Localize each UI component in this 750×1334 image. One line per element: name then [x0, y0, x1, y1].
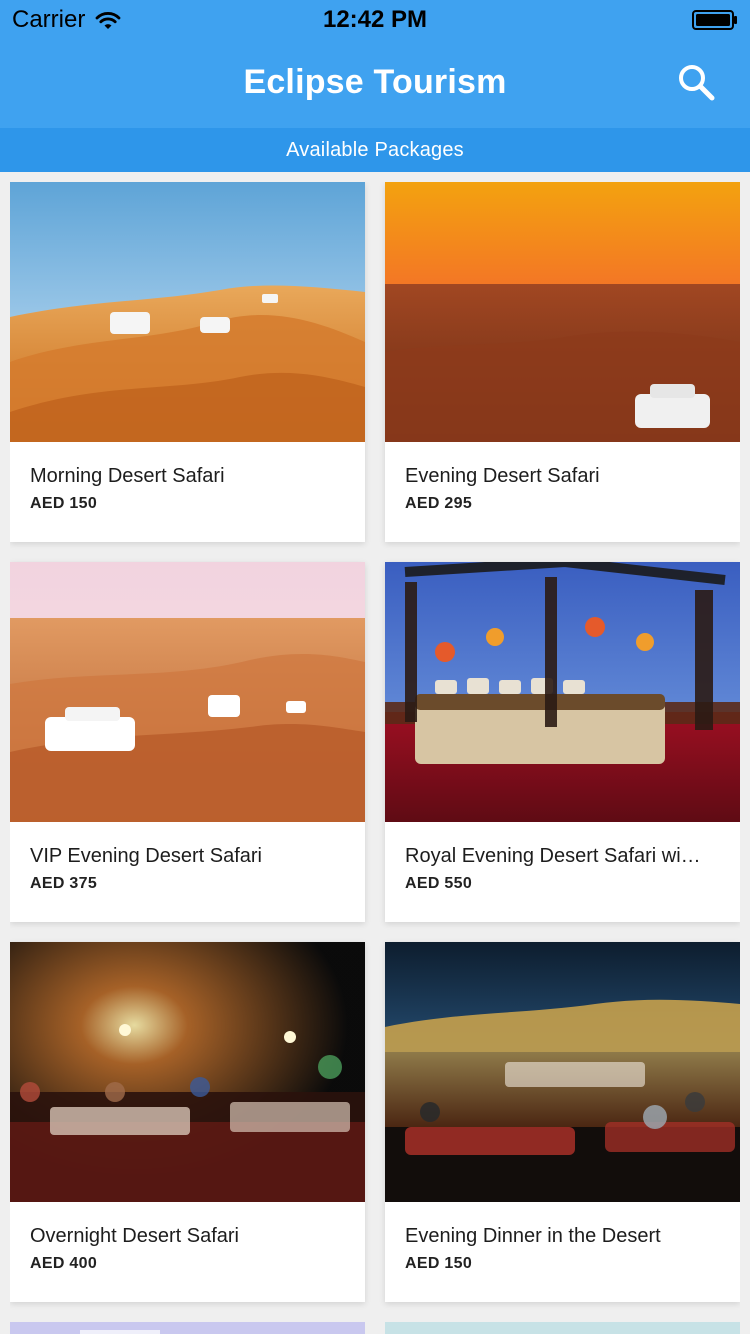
package-card[interactable]: Royal Evening Desert Safari wi… AED 550 [385, 562, 740, 922]
package-price: AED 150 [30, 495, 98, 512]
package-image [385, 182, 740, 442]
dinner-desert-image [385, 942, 740, 1202]
desert-sunset-image [385, 182, 740, 442]
package-card-body: Evening Desert Safari AED 295 [385, 462, 740, 514]
package-card-body: Morning Desert Safari AED 150 [10, 462, 365, 514]
package-price: AED 375 [30, 875, 98, 892]
battery-icon [692, 10, 737, 30]
available-packages-header: Available Packages [0, 128, 750, 172]
package-grid: Morning Desert Safari AED 150 Evening De… [10, 182, 740, 1334]
package-card-partial[interactable] [10, 1322, 365, 1334]
desert-dunes-image [10, 562, 365, 822]
package-title: Evening Dinner in the Desert [405, 1225, 661, 1247]
package-image [385, 942, 740, 1202]
package-grid-partial-row [10, 1322, 740, 1334]
package-image [10, 562, 365, 822]
package-card[interactable]: Overnight Desert Safari AED 400 [10, 942, 365, 1302]
status-time: 12:42 PM [322, 6, 428, 33]
status-bar: Carrier 12:42 PM [0, 0, 750, 40]
package-title: VIP Evening Desert Safari [30, 845, 262, 867]
search-icon[interactable] [676, 62, 716, 102]
package-price: AED 295 [405, 495, 473, 512]
package-card-body: Overnight Desert Safari AED 400 [10, 1222, 365, 1274]
package-title: Overnight Desert Safari [30, 1225, 239, 1247]
overnight-camp-image [10, 942, 365, 1202]
page-title: Eclipse Tourism [243, 63, 507, 101]
package-price: AED 150 [405, 1255, 473, 1272]
package-price: AED 550 [405, 875, 473, 892]
package-image-partial [10, 1322, 365, 1334]
package-grid-inner: Morning Desert Safari AED 150 Evening De… [10, 182, 740, 1302]
package-card-body: Evening Dinner in the Desert AED 150 [385, 1222, 740, 1274]
desert-safari-image [10, 182, 365, 442]
package-title: Morning Desert Safari [30, 465, 225, 487]
package-image [385, 562, 740, 822]
package-image [10, 942, 365, 1202]
package-card[interactable]: Evening Desert Safari AED 295 [385, 182, 740, 542]
package-card-partial[interactable] [385, 1322, 740, 1334]
package-price: AED 400 [30, 1255, 98, 1272]
package-title: Evening Desert Safari [405, 465, 600, 487]
package-card-body: Royal Evening Desert Safari wi… AED 550 [385, 842, 740, 894]
app-header: Carrier 12:42 PM Eclipse Tourism [0, 0, 750, 128]
package-card[interactable]: Evening Dinner in the Desert AED 150 [385, 942, 740, 1302]
package-card[interactable]: VIP Evening Desert Safari AED 375 [10, 562, 365, 922]
package-card-body: VIP Evening Desert Safari AED 375 [10, 842, 365, 894]
package-title: Royal Evening Desert Safari wi… [405, 845, 701, 867]
package-image-partial [385, 1322, 740, 1334]
package-image [10, 182, 365, 442]
package-card[interactable]: Morning Desert Safari AED 150 [10, 182, 365, 542]
royal-buffet-image [385, 562, 740, 822]
